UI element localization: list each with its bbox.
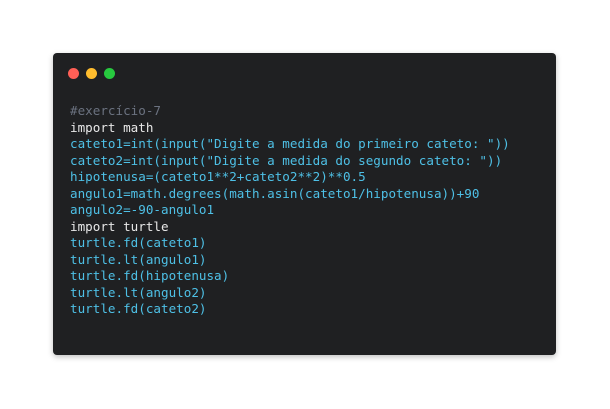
code-token: turtle.lt(angulo1) (70, 251, 207, 267)
maximize-icon[interactable] (104, 68, 115, 79)
code-token: turtle (115, 218, 169, 234)
code-token: turtle.lt(angulo2) (70, 284, 207, 300)
code-token: angulo2=-90-angulo1 (70, 202, 215, 217)
code-line: turtle.fd(cateto2) (70, 301, 510, 318)
code-line: turtle.lt(angulo2) (70, 285, 510, 302)
code-window: #exercício-7 import math cateto1=int(input… (53, 53, 556, 355)
code-line: turtle.fd(cateto1) (70, 235, 510, 252)
code-line: import math (70, 120, 510, 137)
code-token: math (115, 119, 154, 135)
code-token: cateto1=int(input("Digite a medida do pr… (70, 136, 510, 151)
code-line: cateto1=int(input("Digite a medida do pr… (70, 136, 510, 153)
code-token: turtle.fd(hipotenusa) (70, 268, 230, 283)
code-comment: #exercício-7 (70, 103, 161, 118)
code-block: #exercício-7 import math cateto1=int(input… (70, 103, 510, 318)
close-icon[interactable] (68, 68, 79, 79)
code-keyword: import (70, 218, 116, 234)
code-line: angulo2=-90-angulo1 (70, 202, 510, 219)
code-line: import turtle (70, 219, 510, 236)
code-token: turtle.fd(cateto2) (70, 301, 207, 316)
code-line: #exercício-7 (70, 103, 510, 120)
code-line: angulo1=math.degrees(math.asin(cateto1/h… (70, 186, 510, 203)
code-line: turtle.fd(hipotenusa) (70, 268, 510, 285)
code-token: cateto2=int(input("Digite a medida do se… (70, 152, 503, 168)
minimize-icon[interactable] (86, 68, 97, 79)
code-line: turtle.lt(angulo1) (70, 252, 510, 269)
code-token: hipotenusa=(cateto1**2+cateto2**2)**0.5 (70, 169, 366, 184)
code-line: hipotenusa=(cateto1**2+cateto2**2)**0.5 (70, 169, 510, 186)
code-token: turtle.fd(cateto1) (70, 235, 207, 250)
code-token: angulo1=math.degrees(math.asin(cateto1/h… (70, 185, 480, 201)
window-controls (68, 68, 115, 79)
code-keyword: import (70, 119, 116, 135)
code-line: cateto2=int(input("Digite a medida do se… (70, 153, 510, 170)
